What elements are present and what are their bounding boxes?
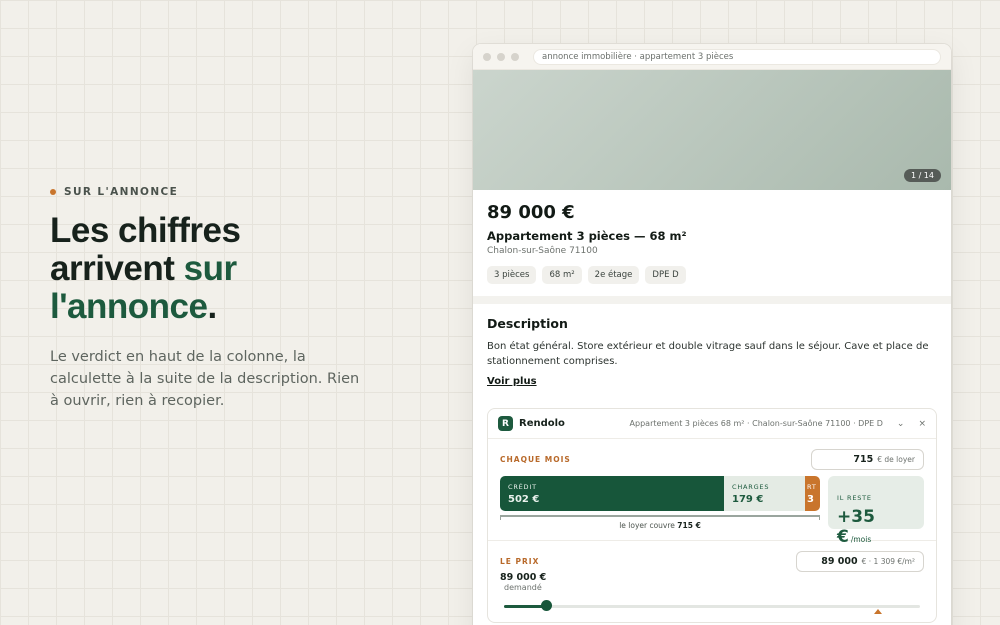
window-dot-icon xyxy=(497,52,505,61)
orange-dot-icon xyxy=(50,189,56,195)
listing-price: 89 000 € xyxy=(487,202,575,223)
widget-summary: Appartement 3 pièces 68 m² · Chalon-sur-… xyxy=(629,419,883,428)
eyebrow: SUR L'ANNONCE xyxy=(50,186,370,198)
monthly-section: CHAQUE MOIS 715 € de loyer CRÉDIT 502 € … xyxy=(488,439,936,547)
see-more-link[interactable]: Voir plus xyxy=(487,376,537,387)
close-icon[interactable]: × xyxy=(918,419,926,429)
charges-value: 179 € xyxy=(732,493,764,505)
chip-dpe: DPE D xyxy=(645,266,686,284)
asked-label: demandé xyxy=(504,583,542,592)
url-bar[interactable]: annonce immobilière · appartement 3 pièc… xyxy=(533,48,941,65)
headline-line-3a: l'annonce xyxy=(50,287,208,326)
browser-window: annonce immobilière · appartement 3 pièc… xyxy=(473,44,951,625)
eyebrow-label: SUR L'ANNONCE xyxy=(64,186,179,198)
photo-counter: 1 / 14 xyxy=(903,169,941,182)
rent-unit: € de loyer xyxy=(877,455,915,464)
listing-title: Appartement 3 pièces — 68 m² xyxy=(487,229,687,243)
charges-segment: CHARGES 179 € xyxy=(724,476,805,511)
rent-input[interactable]: 715 € de loyer xyxy=(811,449,924,470)
chip-floor: 2e étage xyxy=(587,266,640,284)
widget-header: R Rendolo Appartement 3 pièces 68 m² · C… xyxy=(488,409,936,439)
headline: Les chiffres arrivent sur l'annonce. xyxy=(50,212,370,326)
price-input[interactable]: 89 000 € · 1 309 €/m² xyxy=(796,551,924,572)
rendolo-widget: R Rendolo Appartement 3 pièces 68 m² · C… xyxy=(487,408,937,623)
remaining-unit: /mois xyxy=(850,535,872,544)
chevron-down-icon[interactable]: ⌄ xyxy=(897,419,905,429)
chip-area: 68 m² xyxy=(542,266,582,284)
price-field-unit: € · 1 309 €/m² xyxy=(861,557,915,566)
remaining-label: IL RESTE xyxy=(837,494,872,502)
rent-value: 715 xyxy=(853,454,874,465)
headline-line-1: Les chiffres xyxy=(50,211,241,250)
rent-cover-text: le loyer couvre 715 € xyxy=(619,521,701,530)
other-segment: RT 3 xyxy=(805,476,820,511)
credit-label: CRÉDIT xyxy=(508,482,537,491)
price-label: LE PRIX xyxy=(500,557,540,566)
other-value: 3 xyxy=(807,493,814,505)
slider-handle[interactable] xyxy=(540,600,552,611)
price-field-value: 89 000 xyxy=(821,556,858,567)
credit-value: 502 € xyxy=(508,493,540,505)
chip-rooms: 3 pièces xyxy=(487,266,537,284)
monthly-label: CHAQUE MOIS xyxy=(500,455,571,464)
rendolo-logo-icon: R xyxy=(498,416,513,431)
price-slider[interactable] xyxy=(500,600,924,614)
asked-price: 89 000 € xyxy=(500,572,547,583)
cost-breakdown: CRÉDIT 502 € CHARGES 179 € RT 3 le loyer… xyxy=(500,476,820,530)
window-dot-icon xyxy=(511,52,519,61)
listing-chips: 3 pièces 68 m² 2e étage DPE D xyxy=(487,266,937,284)
charges-label: CHARGES xyxy=(732,482,770,491)
other-label: RT xyxy=(807,482,817,491)
description-section: Description Bon état général. Store exté… xyxy=(473,304,951,400)
headline-line-3b: . xyxy=(207,287,217,326)
listing-summary: 89 000 € Appartement 3 pièces — 68 m² Ch… xyxy=(473,190,951,304)
listing-city: Chalon-sur-Saône 71100 xyxy=(487,246,598,256)
widget-brand: Rendolo xyxy=(519,418,565,429)
hero-section: SUR L'ANNONCE Les chiffres arrivent sur … xyxy=(50,186,370,412)
listing-photo[interactable]: 1 / 14 xyxy=(473,70,951,190)
stacked-bar: CRÉDIT 502 € CHARGES 179 € RT 3 xyxy=(500,476,820,511)
price-section: LE PRIX 89 000 € · 1 309 €/m² 89 000 € d… xyxy=(488,541,936,622)
slider-fill xyxy=(504,605,546,608)
market-marker-icon xyxy=(874,609,882,614)
lede: Le verdict en haut de la colonne, la cal… xyxy=(50,349,360,409)
rent-cover-bracket xyxy=(500,515,820,520)
window-dot-icon xyxy=(483,52,491,61)
headline-line-2a: arrivent xyxy=(50,249,184,288)
description-text: Bon état général. Store extérieur et dou… xyxy=(487,341,929,367)
slider-track xyxy=(504,605,920,608)
rent-cover-value: 715 € xyxy=(677,521,701,530)
browser-chrome: annonce immobilière · appartement 3 pièc… xyxy=(473,44,951,70)
description-heading: Description xyxy=(487,316,568,331)
headline-line-2b: sur xyxy=(183,249,237,288)
remaining-card: IL RESTE +35 €/mois xyxy=(828,476,924,547)
credit-segment: CRÉDIT 502 € xyxy=(500,476,724,511)
